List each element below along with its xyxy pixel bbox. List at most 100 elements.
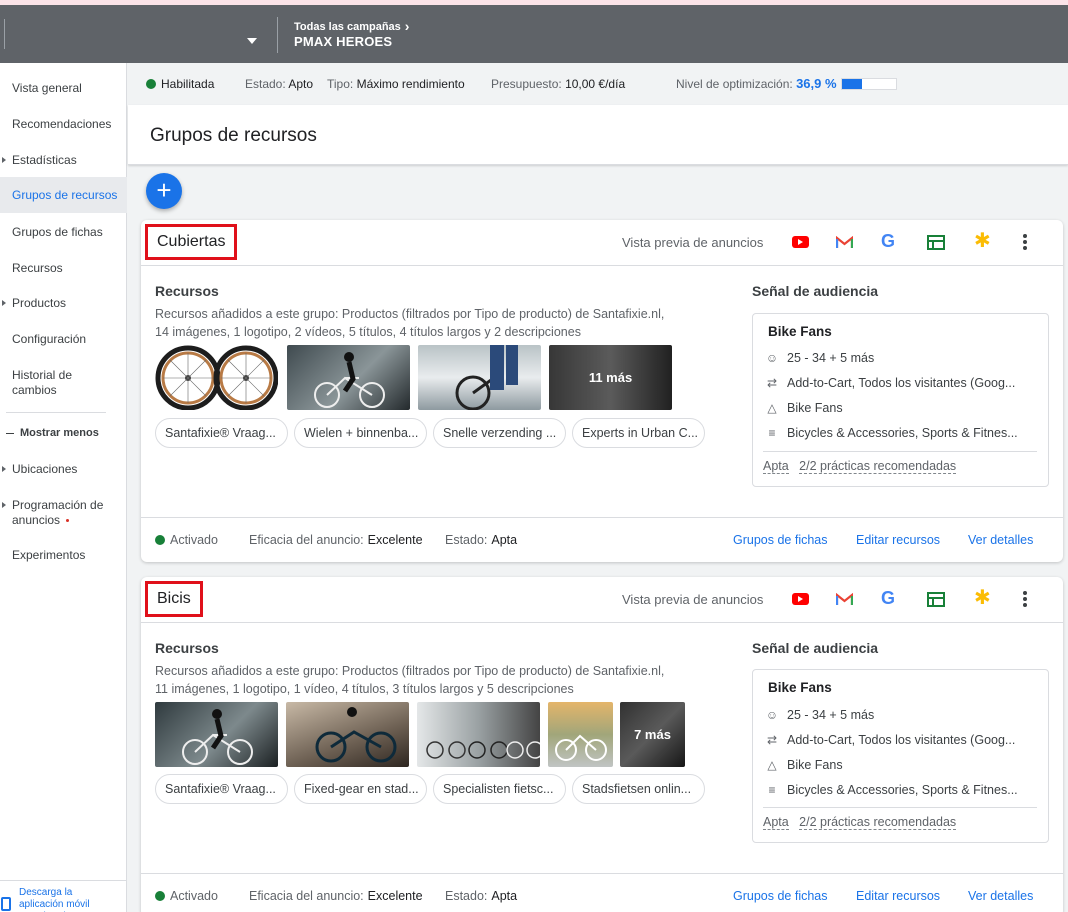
sidebar-item-experimentos[interactable]: Experimentos — [0, 548, 127, 563]
headline-chip[interactable]: Snelle verzending ... — [433, 418, 566, 448]
chevron-right-icon: › — [404, 18, 410, 34]
discover-icon[interactable]: ✱ — [974, 588, 991, 608]
audience-signal-title: Señal de audiencia — [752, 640, 879, 656]
activated-status[interactable]: Activado — [155, 533, 218, 547]
ad-preview-label: Vista previa de anuncios — [622, 235, 764, 250]
discover-icon[interactable]: ✱ — [974, 231, 991, 251]
download-app-link[interactable]: Descarga la aplicación móvil Google Ads — [0, 880, 127, 912]
topbar-divider — [277, 17, 278, 53]
audience-segment: △ Bike Fans — [765, 401, 1035, 415]
sidebar-item-estadisticas[interactable]: Estadísticas — [0, 153, 127, 168]
audience-name: Bike Fans — [768, 680, 832, 695]
card-state: Estado: Apta — [445, 889, 518, 903]
sidebar-item-recursos[interactable]: Recursos — [0, 261, 127, 276]
topbar-divider — [4, 19, 5, 49]
google-icon[interactable]: G — [881, 232, 895, 250]
add-asset-group-button[interactable]: + — [146, 173, 182, 209]
gmail-icon[interactable] — [836, 593, 853, 606]
sidebar-item-ubicaciones[interactable]: Ubicaciones — [0, 462, 127, 477]
sidebar-item-configuracion[interactable]: Configuración — [0, 332, 127, 347]
listing-groups-link[interactable]: Grupos de fichas — [733, 889, 828, 903]
status-dot-icon — [146, 79, 156, 89]
listing-groups-link[interactable]: Grupos de fichas — [733, 533, 828, 547]
phone-download-icon — [1, 897, 11, 911]
sidebar-divider — [6, 412, 106, 413]
breadcrumb[interactable]: Todas las campañas › — [294, 17, 410, 34]
headline-chip[interactable]: Specialisten fietsc... — [433, 774, 566, 804]
more-vert-icon[interactable] — [1023, 591, 1027, 609]
headline-chip[interactable]: Stadsfietsen onlin... — [572, 774, 705, 804]
status-estado: Estado: Apto — [245, 77, 314, 91]
more-assets-overlay: 11 más — [549, 345, 672, 410]
list-icon: ≡ — [768, 783, 776, 797]
sidebar-item-productos[interactable]: Productos — [0, 296, 127, 311]
sheets-icon[interactable] — [927, 592, 945, 607]
sidebar-item-grupos-de-recursos[interactable]: Grupos de recursos — [0, 177, 127, 213]
campaign-name[interactable]: PMAX HEROES — [294, 34, 392, 49]
bikes-collage-image — [426, 741, 540, 759]
asset-group-name[interactable]: Cubiertas — [145, 224, 238, 260]
sidebar-item-vista-general[interactable]: Vista general — [0, 81, 127, 96]
sidebar-item-historial[interactable]: Historial de cambios — [0, 368, 90, 398]
asset-group-name[interactable]: Bicis — [145, 581, 203, 617]
audience-name: Bike Fans — [768, 324, 832, 339]
audience-signal-box[interactable]: Bike Fans ☺ 25 - 34 + 5 más ⇄ Add-to-Cart,… — [752, 313, 1049, 487]
ad-efficacy: Eficacia del anuncio: Excelente — [249, 889, 423, 903]
headline-chip[interactable]: Santafixie® Vraag... — [155, 774, 288, 804]
status-dot-icon — [155, 535, 165, 545]
wheels-image — [155, 345, 278, 410]
sheets-icon[interactable] — [927, 235, 945, 250]
headline-chip[interactable]: Wielen + binnenba... — [294, 418, 427, 448]
asset-thumbnail[interactable] — [287, 345, 410, 410]
asset-thumbnail[interactable]: 7 más — [620, 702, 685, 767]
person-icon: ☺ — [765, 351, 779, 365]
status-tipo: Tipo: Máximo rendimiento — [327, 77, 465, 91]
sidebar-item-grupos-de-fichas[interactable]: Grupos de fichas — [0, 225, 127, 240]
account-dropdown-icon[interactable] — [247, 38, 257, 44]
optimization-score-fill — [842, 79, 862, 89]
view-details-link[interactable]: Ver detalles — [968, 533, 1033, 547]
asset-thumbnail[interactable] — [548, 702, 613, 767]
headline-chip[interactable]: Fixed-gear en stad... — [294, 774, 427, 804]
shapes-icon: △ — [767, 758, 777, 772]
expand-arrow-icon — [2, 157, 6, 163]
audience-divider — [763, 807, 1037, 808]
headline-chip[interactable]: Santafixie® Vraag... — [155, 418, 288, 448]
view-details-link[interactable]: Ver detalles — [968, 889, 1033, 903]
bike-rider-image — [182, 709, 253, 765]
audience-interests: ≡ Bicycles & Accessories, Sports & Fitnes… — [765, 426, 1035, 440]
sidebar-item-recomendaciones[interactable]: Recomendaciones — [0, 117, 127, 132]
status-budget[interactable]: Presupuesto: 10,00 €/día — [491, 77, 625, 91]
asset-thumbnail[interactable] — [417, 702, 540, 767]
audience-eligibility[interactable]: Apta 2/2 prácticas recomendadas — [763, 815, 957, 830]
audience-eligibility[interactable]: Apta 2/2 prácticas recomendadas — [763, 459, 957, 474]
more-vert-icon[interactable] — [1023, 234, 1027, 252]
asset-thumbnail[interactable] — [155, 702, 278, 767]
plus-icon: + — [156, 175, 172, 205]
audience-signal-box[interactable]: Bike Fans ☺ 25 - 34 + 5 más ⇄ Add-to-Cart,… — [752, 669, 1049, 843]
notification-dot — [66, 519, 70, 523]
asset-thumbnail[interactable] — [418, 345, 541, 410]
youtube-icon[interactable] — [792, 236, 809, 248]
asset-thumbnail[interactable] — [155, 345, 278, 410]
headline-chip[interactable]: Experts in Urban C... — [572, 418, 705, 448]
status-enabled[interactable]: Habilitada — [146, 77, 214, 91]
optimization-score[interactable]: Nivel de optimización: 36,9 % — [676, 76, 837, 91]
google-icon[interactable]: G — [881, 589, 895, 607]
audience-segment: △ Bike Fans — [765, 758, 1035, 772]
bike-rider-image — [314, 352, 385, 408]
asset-thumbnail[interactable]: 11 más — [549, 345, 672, 410]
campaign-status-bar: Habilitada Estado: Apto Tipo: Máximo ren… — [128, 63, 1068, 105]
bike-jump-image — [315, 707, 397, 763]
more-assets-overlay: 7 más — [620, 702, 685, 767]
show-less-button[interactable]: Mostrar menos — [6, 427, 99, 439]
edit-assets-link[interactable]: Editar recursos — [856, 533, 940, 547]
gmail-icon[interactable] — [836, 236, 853, 249]
youtube-icon[interactable] — [792, 593, 809, 605]
activated-status[interactable]: Activado — [155, 889, 218, 903]
edit-assets-link[interactable]: Editar recursos — [856, 889, 940, 903]
sidebar-item-programacion[interactable]: Programación de anuncios — [0, 498, 118, 528]
audience-age: ☺ 25 - 34 + 5 más — [765, 708, 875, 722]
asset-group-card: Cubiertas Vista previa de anuncios G ✱ R… — [141, 220, 1063, 562]
asset-thumbnail[interactable] — [286, 702, 409, 767]
